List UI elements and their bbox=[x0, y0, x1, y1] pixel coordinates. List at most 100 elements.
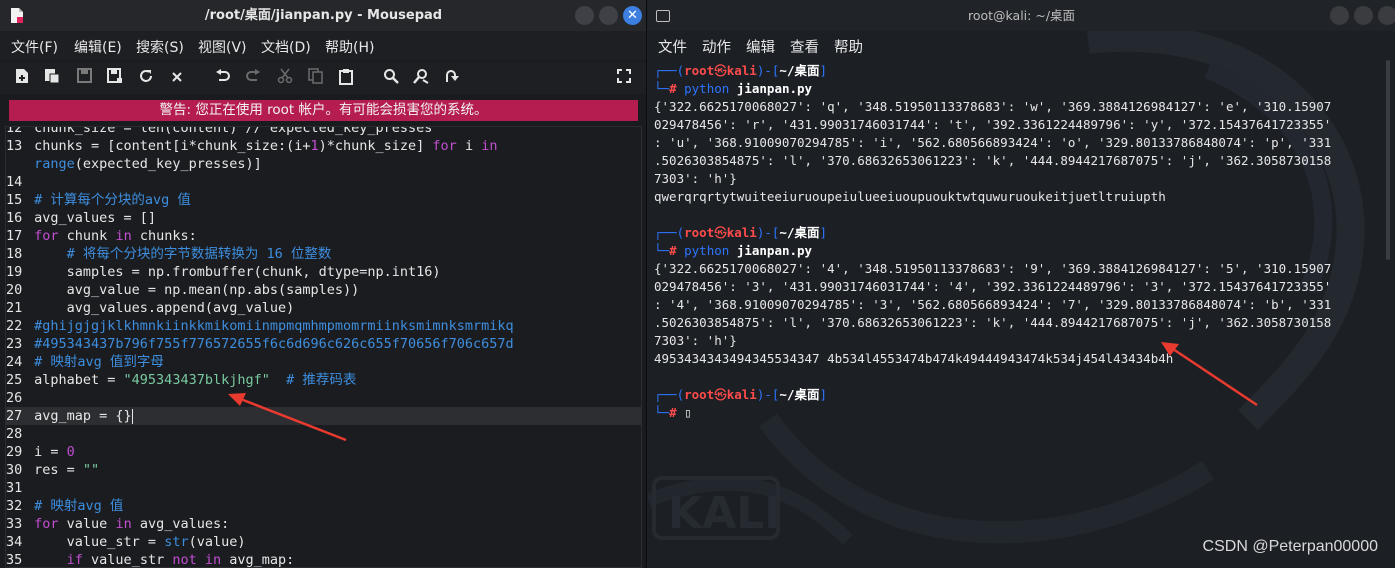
prompt-line: ┌──(root㉿kali)-[~/桌面] bbox=[654, 62, 1380, 80]
code-line: 12 chunk_size = len(content) // expected… bbox=[6, 126, 641, 137]
reload-icon[interactable] bbox=[136, 68, 156, 88]
copy-icon[interactable] bbox=[305, 68, 325, 88]
prompt-corner: └─ bbox=[654, 243, 670, 258]
menu-actions[interactable]: 动作 bbox=[702, 36, 731, 57]
menu-file[interactable]: 文件 bbox=[658, 36, 687, 57]
keyword: in bbox=[481, 138, 498, 154]
redo-icon[interactable] bbox=[243, 68, 263, 88]
desktop: /root/桌面/jianpan.py - Mousepad ✕ 文件(F) 编… bbox=[0, 0, 1395, 568]
minimize-button[interactable] bbox=[1330, 6, 1349, 25]
menu-search[interactable]: 搜索(S) bbox=[136, 37, 184, 57]
code-text: chunk bbox=[58, 228, 116, 244]
keyword: if bbox=[66, 552, 83, 568]
menu-view[interactable]: 视图(V) bbox=[198, 37, 247, 57]
code-text: avg_value = np.mean(np.abs(samples)) bbox=[34, 282, 360, 298]
line-number: 22 bbox=[6, 318, 23, 334]
close-button[interactable] bbox=[1378, 6, 1395, 25]
goto-icon[interactable] bbox=[442, 68, 462, 88]
line-number: 27 bbox=[6, 408, 23, 424]
code-text: avg_values: bbox=[131, 516, 230, 532]
prompt-bracket: )-[ bbox=[756, 63, 780, 78]
code-editor[interactable]: 12 chunk_size = len(content) // expected… bbox=[5, 126, 642, 568]
code-comment: # 推荐码表 bbox=[269, 372, 357, 388]
code-comment: # 映射avg 值 bbox=[34, 498, 124, 514]
prompt-user: root bbox=[684, 225, 715, 240]
code-line-wrapped: range(expected_key_presses)] bbox=[6, 155, 641, 173]
code-text: (value) bbox=[188, 534, 246, 550]
output-line: 4953434343494345534347 4b534l4553474b474… bbox=[654, 351, 1174, 366]
menubar: 文件(F) 编辑(E) 搜索(S) 视图(V) 文档(D) 帮助(H) bbox=[0, 31, 646, 60]
search-icon[interactable] bbox=[381, 68, 401, 88]
code-text: value bbox=[58, 516, 116, 532]
undo-icon[interactable] bbox=[213, 68, 233, 88]
output-line: .5026303854875': 'l', '370.6863265306122… bbox=[654, 153, 1332, 168]
prompt-corner: └─ bbox=[654, 405, 670, 420]
minimize-button[interactable] bbox=[575, 6, 594, 25]
keyword: in bbox=[115, 228, 132, 244]
code-line: 18 # 将每个分块的字节数据转换为 16 位整数 bbox=[6, 245, 641, 263]
code-lines: 12 chunk_size = len(content) // expected… bbox=[6, 126, 641, 568]
output-line: {'322.6625170068027': '4', '348.51950113… bbox=[654, 261, 1332, 276]
text-cursor bbox=[131, 408, 133, 424]
prompt-bracket: ] bbox=[819, 225, 828, 240]
close-button[interactable]: ✕ bbox=[623, 6, 642, 25]
code-text: chunk_size = len(content) // expected_ke… bbox=[34, 126, 433, 136]
window-title: /root/桌面/jianpan.py - Mousepad bbox=[204, 8, 443, 23]
code-text: avg_map: bbox=[221, 552, 295, 568]
terminal-titlebar[interactable]: root@kali: ~/桌面 bbox=[648, 0, 1395, 31]
output-line: 029478456': '3', '431.99031746031744': '… bbox=[654, 279, 1332, 294]
prompt-path: ~/桌面 bbox=[779, 63, 820, 78]
line-number: 35 bbox=[6, 552, 23, 568]
command-arg: jianpan.py bbox=[736, 243, 813, 258]
line-number: 33 bbox=[6, 516, 23, 532]
line-number: 18 bbox=[6, 246, 23, 262]
prompt-hash: # bbox=[669, 81, 677, 96]
code-line: 20 avg_value = np.mean(np.abs(samples)) bbox=[6, 281, 641, 299]
code-line: 35 if value_str not in avg_map: bbox=[6, 551, 641, 568]
maximize-button[interactable] bbox=[1354, 6, 1373, 25]
mousepad-titlebar[interactable]: /root/桌面/jianpan.py - Mousepad ✕ bbox=[0, 0, 646, 31]
close-tab-icon[interactable] bbox=[167, 68, 187, 88]
menu-file[interactable]: 文件(F) bbox=[11, 37, 58, 57]
command-name: python bbox=[684, 81, 730, 96]
code-line: 17 for chunk in chunks: bbox=[6, 227, 641, 245]
command-line: └─# python jianpan.py bbox=[654, 80, 1380, 98]
string-literal: "" bbox=[82, 462, 100, 478]
close-icon: ✕ bbox=[627, 8, 638, 23]
replace-icon[interactable] bbox=[411, 68, 431, 88]
new-document-icon[interactable] bbox=[12, 68, 32, 88]
save-icon[interactable] bbox=[74, 68, 94, 88]
prompt-hash: # bbox=[669, 243, 677, 258]
terminal-output[interactable]: ┌──(root㉿kali)-[~/桌面] └─# python jianpan… bbox=[654, 62, 1380, 422]
menu-document[interactable]: 文档(D) bbox=[261, 37, 311, 57]
save-as-icon[interactable] bbox=[105, 68, 125, 88]
code-text: (expected_key_presses)] bbox=[74, 156, 262, 172]
maximize-button[interactable] bbox=[599, 6, 618, 25]
code-line: 22 #ghijgjgjklkhmnkiinkkmikomiinmpmqmhmp… bbox=[6, 317, 641, 335]
menu-view[interactable]: 查看 bbox=[790, 36, 819, 57]
paste-icon[interactable] bbox=[336, 68, 356, 88]
csdn-watermark: CSDN @Peterpan00000 bbox=[1202, 538, 1378, 555]
menu-help[interactable]: 帮助 bbox=[834, 36, 863, 57]
code-text: avg_values.append(avg_value) bbox=[34, 300, 295, 316]
terminal-window: KALI root@kali: ~/桌面 文件 动作 编辑 查看 帮助 ┌──(… bbox=[648, 0, 1395, 568]
command-line[interactable]: └─# ▯ bbox=[654, 404, 1380, 422]
code-line: 33 for value in avg_values: bbox=[6, 515, 641, 533]
code-text: alphabet = bbox=[34, 372, 124, 388]
new-window-icon[interactable] bbox=[42, 68, 62, 88]
menubar: 文件 动作 编辑 查看 帮助 bbox=[648, 31, 1395, 60]
code-text: i = bbox=[34, 444, 67, 460]
code-line: 34 value_str = str(value) bbox=[6, 533, 641, 551]
string-literal: "495343437blkjhgf" bbox=[123, 372, 270, 388]
menu-edit[interactable]: 编辑 bbox=[746, 36, 775, 57]
line-number: 24 bbox=[6, 354, 23, 370]
scrollbar[interactable] bbox=[1386, 60, 1390, 260]
code-line: 25 alphabet = "495343437blkjhgf" # 推荐码表 bbox=[6, 371, 641, 389]
code-text: avg_values = [] bbox=[34, 210, 157, 226]
menu-help[interactable]: 帮助(H) bbox=[325, 37, 374, 57]
fullscreen-icon[interactable] bbox=[614, 68, 634, 88]
menu-edit[interactable]: 编辑(E) bbox=[74, 37, 122, 57]
cut-icon[interactable] bbox=[275, 68, 295, 88]
builtin-function: str bbox=[164, 534, 189, 550]
code-line: 14 bbox=[6, 173, 641, 191]
